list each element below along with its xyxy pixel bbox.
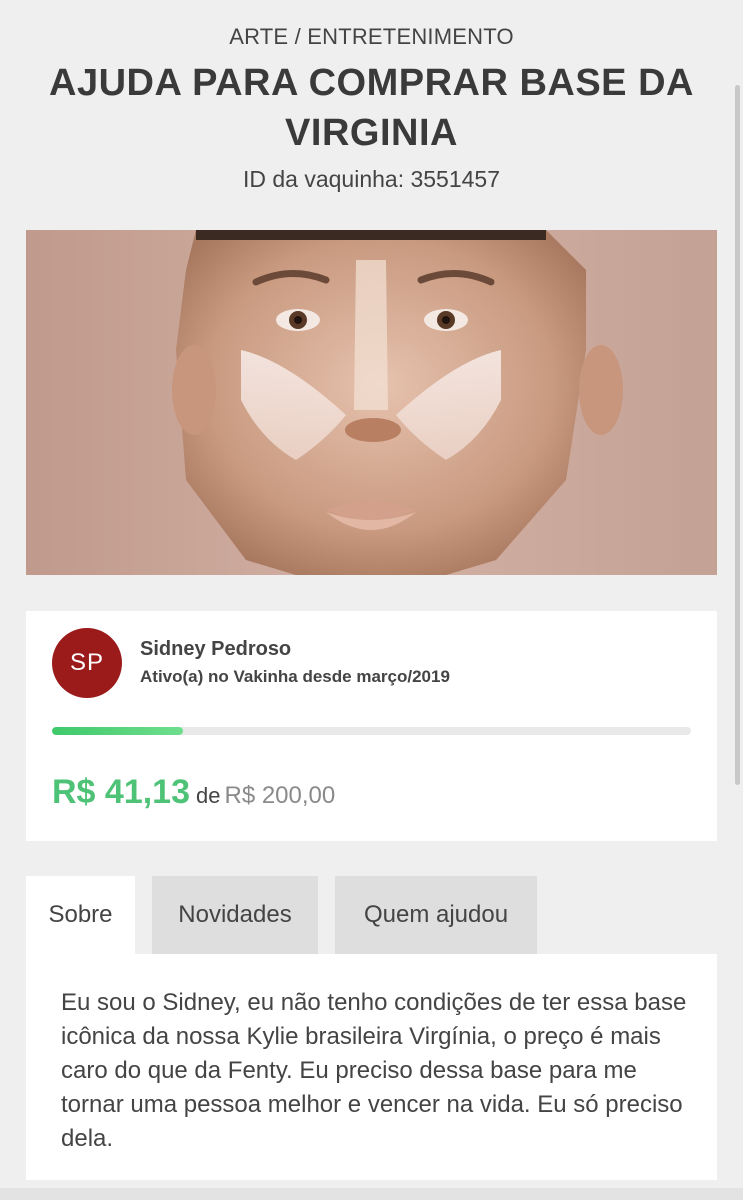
goal-amount: R$ 200,00	[224, 782, 336, 809]
campaign-id: ID da vaquinha: 3551457	[242, 166, 501, 192]
campaign-image	[26, 230, 717, 575]
page-title: AJUDA PARA COMPRAR BASE DA VIRGINIA	[49, 62, 694, 154]
tab-sobre[interactable]: Sobre	[26, 876, 135, 954]
raised-amount: R$ 41,13	[52, 773, 190, 811]
of-word: de	[196, 783, 221, 808]
tab-content-panel: Eu sou o Sidney, eu não tenho condições …	[26, 954, 717, 1180]
progress-bar	[52, 727, 691, 735]
content-tabs: Sobre Novidades Quem ajudou	[26, 876, 717, 954]
progress-bar-fill	[52, 727, 184, 735]
campaign-description: Eu sou o Sidney, eu não tenho condições …	[61, 989, 687, 1152]
tab-quem-ajudou[interactable]: Quem ajudou	[335, 876, 537, 954]
organizer-avatar[interactable]: SP	[52, 628, 122, 698]
organizer-name[interactable]: Sidney Pedroso	[140, 638, 291, 661]
funding-amounts: R$ 41,13 de R$ 200,00	[52, 773, 335, 812]
bottom-divider	[0, 1188, 743, 1200]
campaign-summary-card: SP Sidney Pedroso Ativo(a) no Vakinha de…	[26, 611, 717, 841]
face-illustration	[26, 230, 717, 575]
category-label: ARTE / ENTRETENIMENTO	[229, 24, 514, 49]
tab-novidades[interactable]: Novidades	[152, 876, 318, 954]
organizer-since: Ativo(a) no Vakinha desde março/2019	[140, 667, 450, 686]
